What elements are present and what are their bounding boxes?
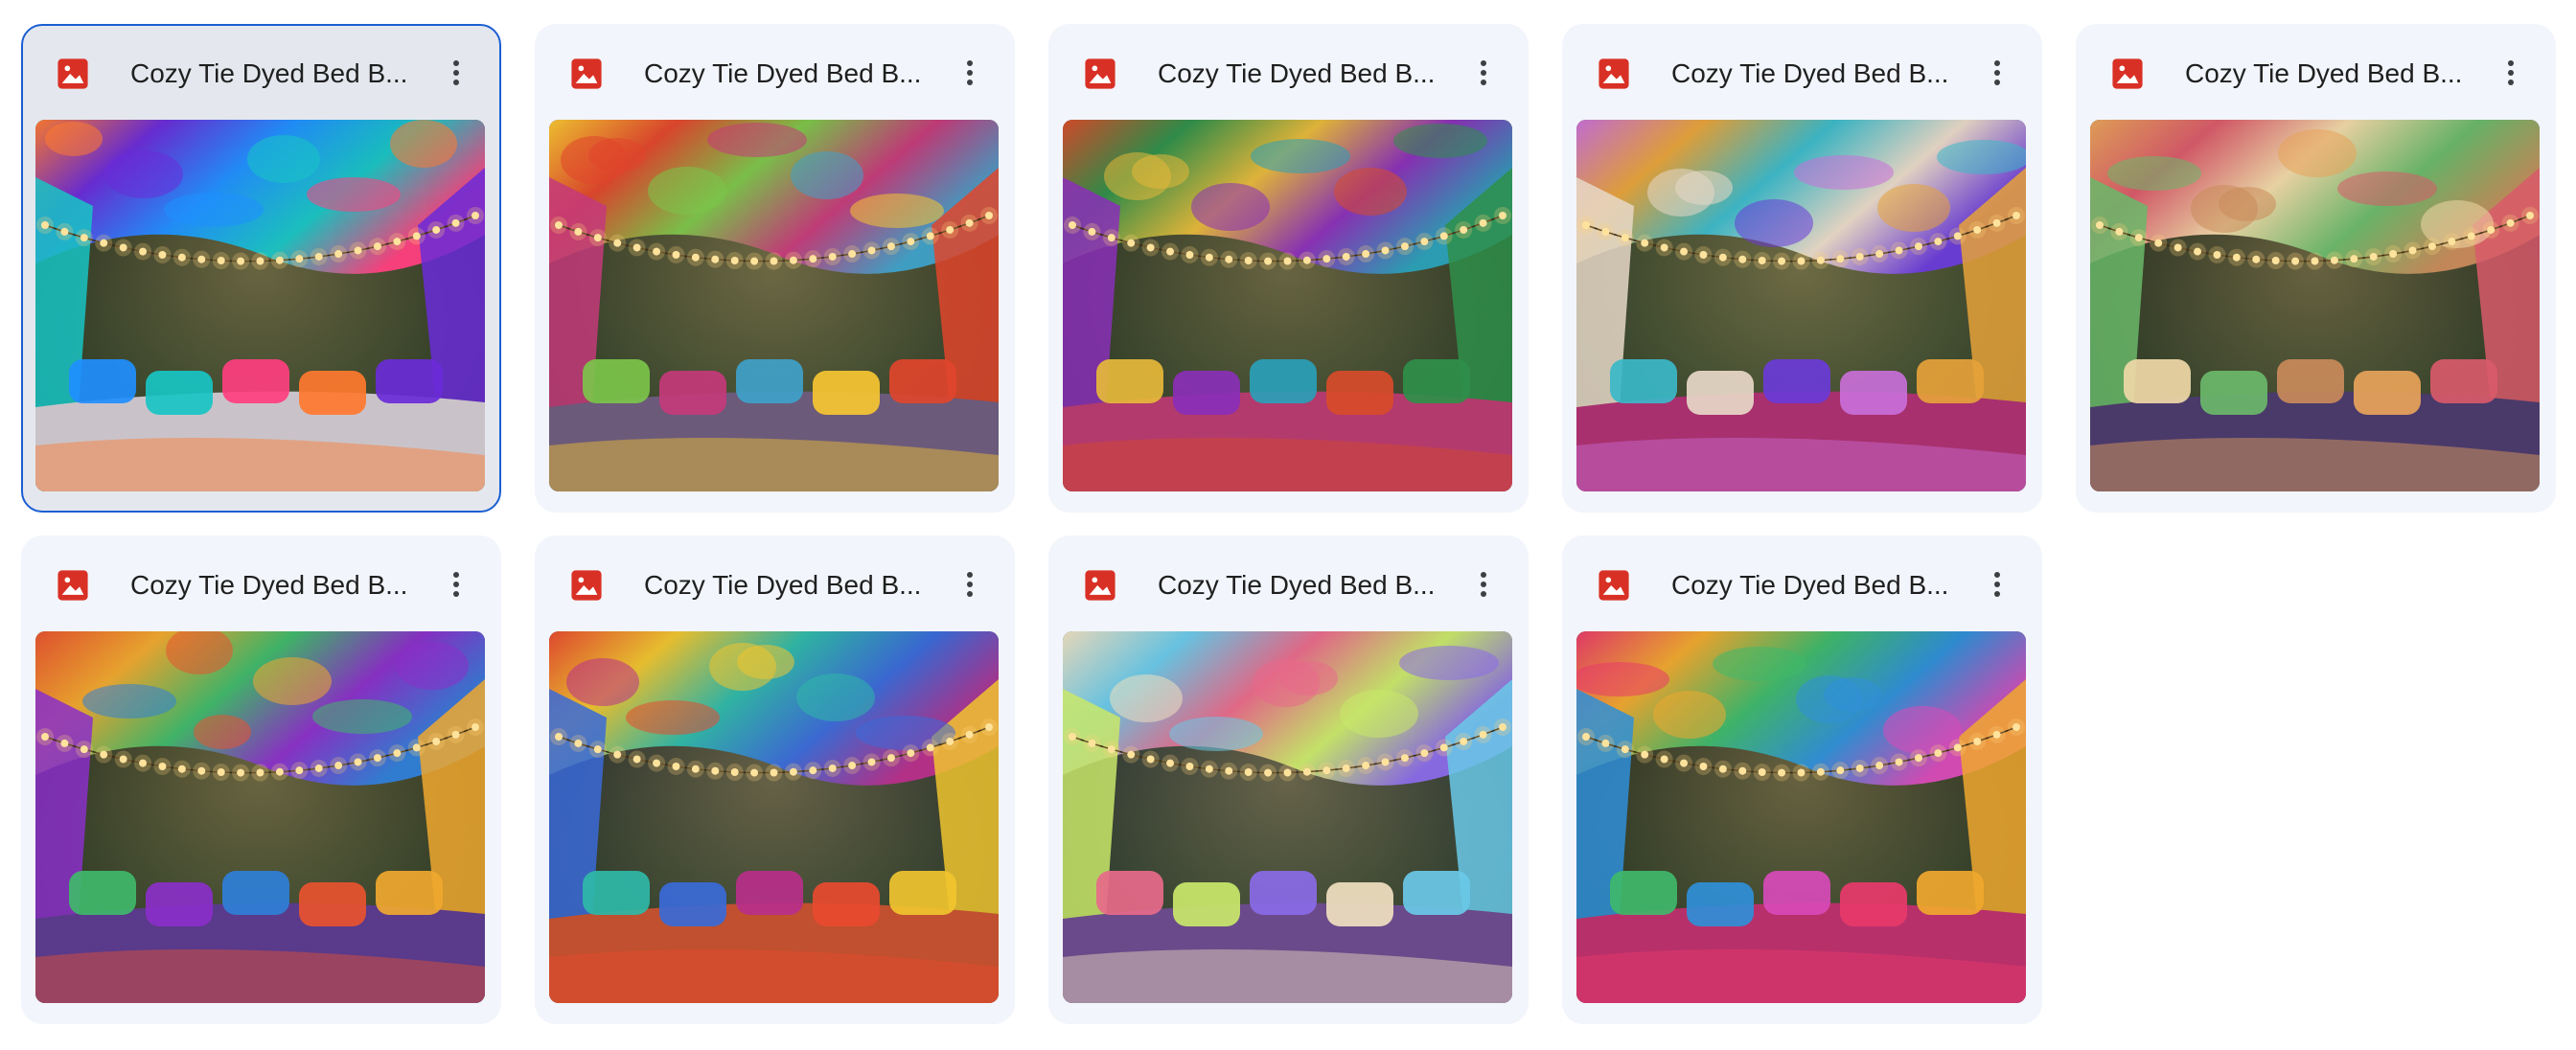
file-name: Cozy Tie Dyed Bed B... xyxy=(644,570,922,600)
file-grid: Cozy Tie Dyed Bed B... Cozy Tie Dyed Bed … xyxy=(21,24,2556,1024)
more-actions-button[interactable] xyxy=(434,51,478,95)
file-card[interactable]: Cozy Tie Dyed Bed B... xyxy=(21,536,501,1024)
image-file-icon xyxy=(570,57,603,90)
file-thumbnail[interactable] xyxy=(549,120,999,491)
more-actions-button[interactable] xyxy=(1461,562,1506,606)
file-name: Cozy Tie Dyed Bed B... xyxy=(1671,58,1949,88)
file-card-header: Cozy Tie Dyed Bed B... xyxy=(1048,24,1529,122)
file-thumbnail[interactable] xyxy=(2090,120,2540,491)
more-actions-button[interactable] xyxy=(948,562,992,606)
image-file-icon xyxy=(1084,569,1116,602)
file-card-header: Cozy Tie Dyed Bed B... xyxy=(1562,24,2042,122)
file-thumbnail[interactable] xyxy=(35,631,485,1003)
file-thumbnail[interactable] xyxy=(1063,120,1512,491)
more-vertical-icon xyxy=(2508,60,2514,85)
file-card-header: Cozy Tie Dyed Bed B... xyxy=(2076,24,2556,122)
file-thumbnail[interactable] xyxy=(549,631,999,1003)
more-actions-button[interactable] xyxy=(1975,562,2019,606)
image-file-icon xyxy=(57,57,89,90)
image-file-icon xyxy=(1598,569,1630,602)
file-card-header: Cozy Tie Dyed Bed B... xyxy=(21,536,501,633)
file-card[interactable]: Cozy Tie Dyed Bed B... xyxy=(535,24,1015,513)
file-name: Cozy Tie Dyed Bed B... xyxy=(130,58,408,88)
more-actions-button[interactable] xyxy=(434,562,478,606)
file-card[interactable]: Cozy Tie Dyed Bed B... xyxy=(1562,24,2042,513)
file-card[interactable]: Cozy Tie Dyed Bed B... xyxy=(1048,536,1529,1024)
more-vertical-icon xyxy=(967,60,973,85)
file-name: Cozy Tie Dyed Bed B... xyxy=(130,570,408,600)
image-file-icon xyxy=(570,569,603,602)
file-thumbnail[interactable] xyxy=(1063,631,1512,1003)
image-file-icon xyxy=(1598,57,1630,90)
file-thumbnail[interactable] xyxy=(1576,631,2026,1003)
more-actions-button[interactable] xyxy=(948,51,992,95)
file-card[interactable]: Cozy Tie Dyed Bed B... xyxy=(535,536,1015,1024)
more-vertical-icon xyxy=(1994,572,2000,597)
more-vertical-icon xyxy=(1481,60,1486,85)
more-actions-button[interactable] xyxy=(2489,51,2533,95)
file-card-header: Cozy Tie Dyed Bed B... xyxy=(1048,536,1529,633)
file-thumbnail[interactable] xyxy=(1576,120,2026,491)
more-actions-button[interactable] xyxy=(1975,51,2019,95)
more-vertical-icon xyxy=(1481,572,1486,597)
file-name: Cozy Tie Dyed Bed B... xyxy=(644,58,922,88)
more-vertical-icon xyxy=(967,572,973,597)
image-file-icon xyxy=(57,569,89,602)
file-card-header: Cozy Tie Dyed Bed B... xyxy=(535,536,1015,633)
file-name: Cozy Tie Dyed Bed B... xyxy=(1158,58,1436,88)
more-vertical-icon xyxy=(1994,60,2000,85)
file-card-header: Cozy Tie Dyed Bed B... xyxy=(535,24,1015,122)
more-vertical-icon xyxy=(453,60,459,85)
file-card[interactable]: Cozy Tie Dyed Bed B... xyxy=(2076,24,2556,513)
image-file-icon xyxy=(2111,57,2144,90)
file-card[interactable]: Cozy Tie Dyed Bed B... xyxy=(1048,24,1529,513)
file-name: Cozy Tie Dyed Bed B... xyxy=(1671,570,1949,600)
image-file-icon xyxy=(1084,57,1116,90)
file-card-header: Cozy Tie Dyed Bed B... xyxy=(1562,536,2042,633)
file-card-header: Cozy Tie Dyed Bed B... xyxy=(23,26,499,124)
more-actions-button[interactable] xyxy=(1461,51,1506,95)
file-thumbnail[interactable] xyxy=(35,120,485,491)
more-vertical-icon xyxy=(453,572,459,597)
file-card[interactable]: Cozy Tie Dyed Bed B... xyxy=(21,24,501,513)
file-card[interactable]: Cozy Tie Dyed Bed B... xyxy=(1562,536,2042,1024)
file-name: Cozy Tie Dyed Bed B... xyxy=(1158,570,1436,600)
file-name: Cozy Tie Dyed Bed B... xyxy=(2185,58,2463,88)
